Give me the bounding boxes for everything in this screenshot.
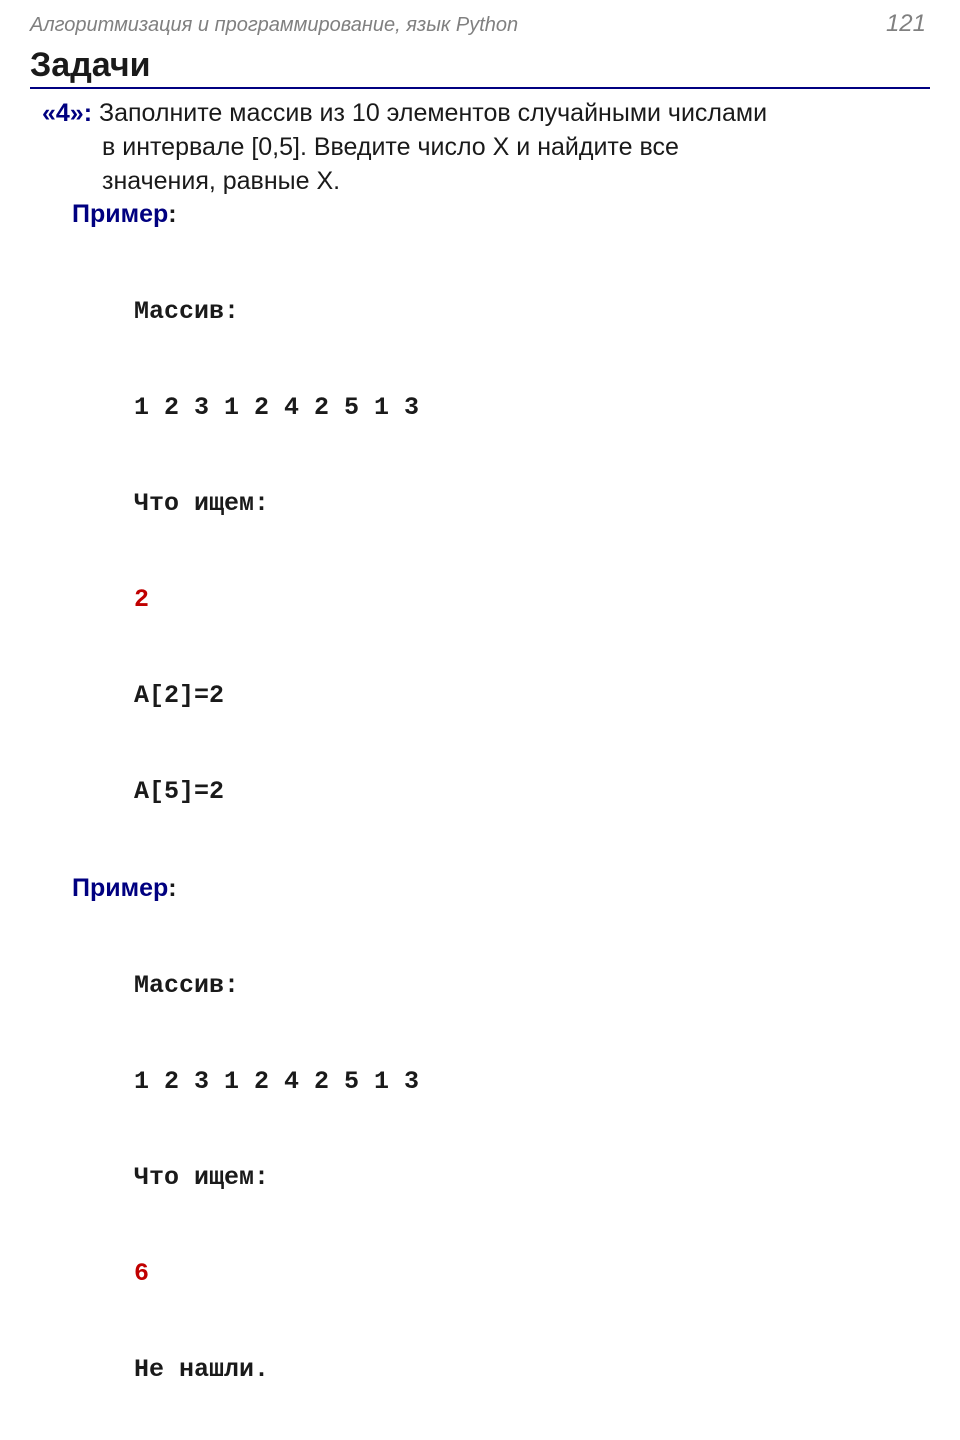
example1-result-2: A[5]=2 — [134, 776, 930, 808]
course-title: Алгоритмизация и программирование, язык … — [30, 14, 518, 37]
example2-result: Не нашли. — [134, 1354, 930, 1386]
task-description-line3: значения, равные X. — [42, 165, 930, 199]
example1-label: Пример: — [42, 198, 930, 232]
example1-array-values: 1 2 3 1 2 4 2 5 1 3 — [134, 392, 930, 424]
task-description-line2: в интервале [0,5]. Введите число X и най… — [42, 131, 930, 165]
example2-array-label: Массив: — [134, 970, 930, 1002]
example2-label: Пример: — [42, 872, 930, 906]
task-grade-label: «4»: — [42, 99, 92, 127]
page-number: 121 — [886, 10, 926, 38]
example1-result-1: A[2]=2 — [134, 680, 930, 712]
example2-array-values: 1 2 3 1 2 4 2 5 1 3 — [134, 1066, 930, 1098]
example2-input: 6 — [134, 1258, 930, 1290]
task-body: «4»: Заполните массив из 10 элементов сл… — [30, 97, 930, 1440]
example1-input: 2 — [134, 584, 930, 616]
example1-prompt: Что ищем: — [134, 488, 930, 520]
task-description-line1: Заполните массив из 10 элементов случайн… — [92, 99, 767, 127]
example2-prompt: Что ищем: — [134, 1162, 930, 1194]
slide-header: Алгоритмизация и программирование, язык … — [30, 10, 930, 42]
example1-output: Массив: 1 2 3 1 2 4 2 5 1 3 Что ищем: 2 … — [42, 232, 930, 872]
example1-array-label: Массив: — [134, 296, 930, 328]
example2-output: Массив: 1 2 3 1 2 4 2 5 1 3 Что ищем: 6 … — [42, 906, 930, 1440]
section-heading: Задачи — [30, 46, 930, 89]
